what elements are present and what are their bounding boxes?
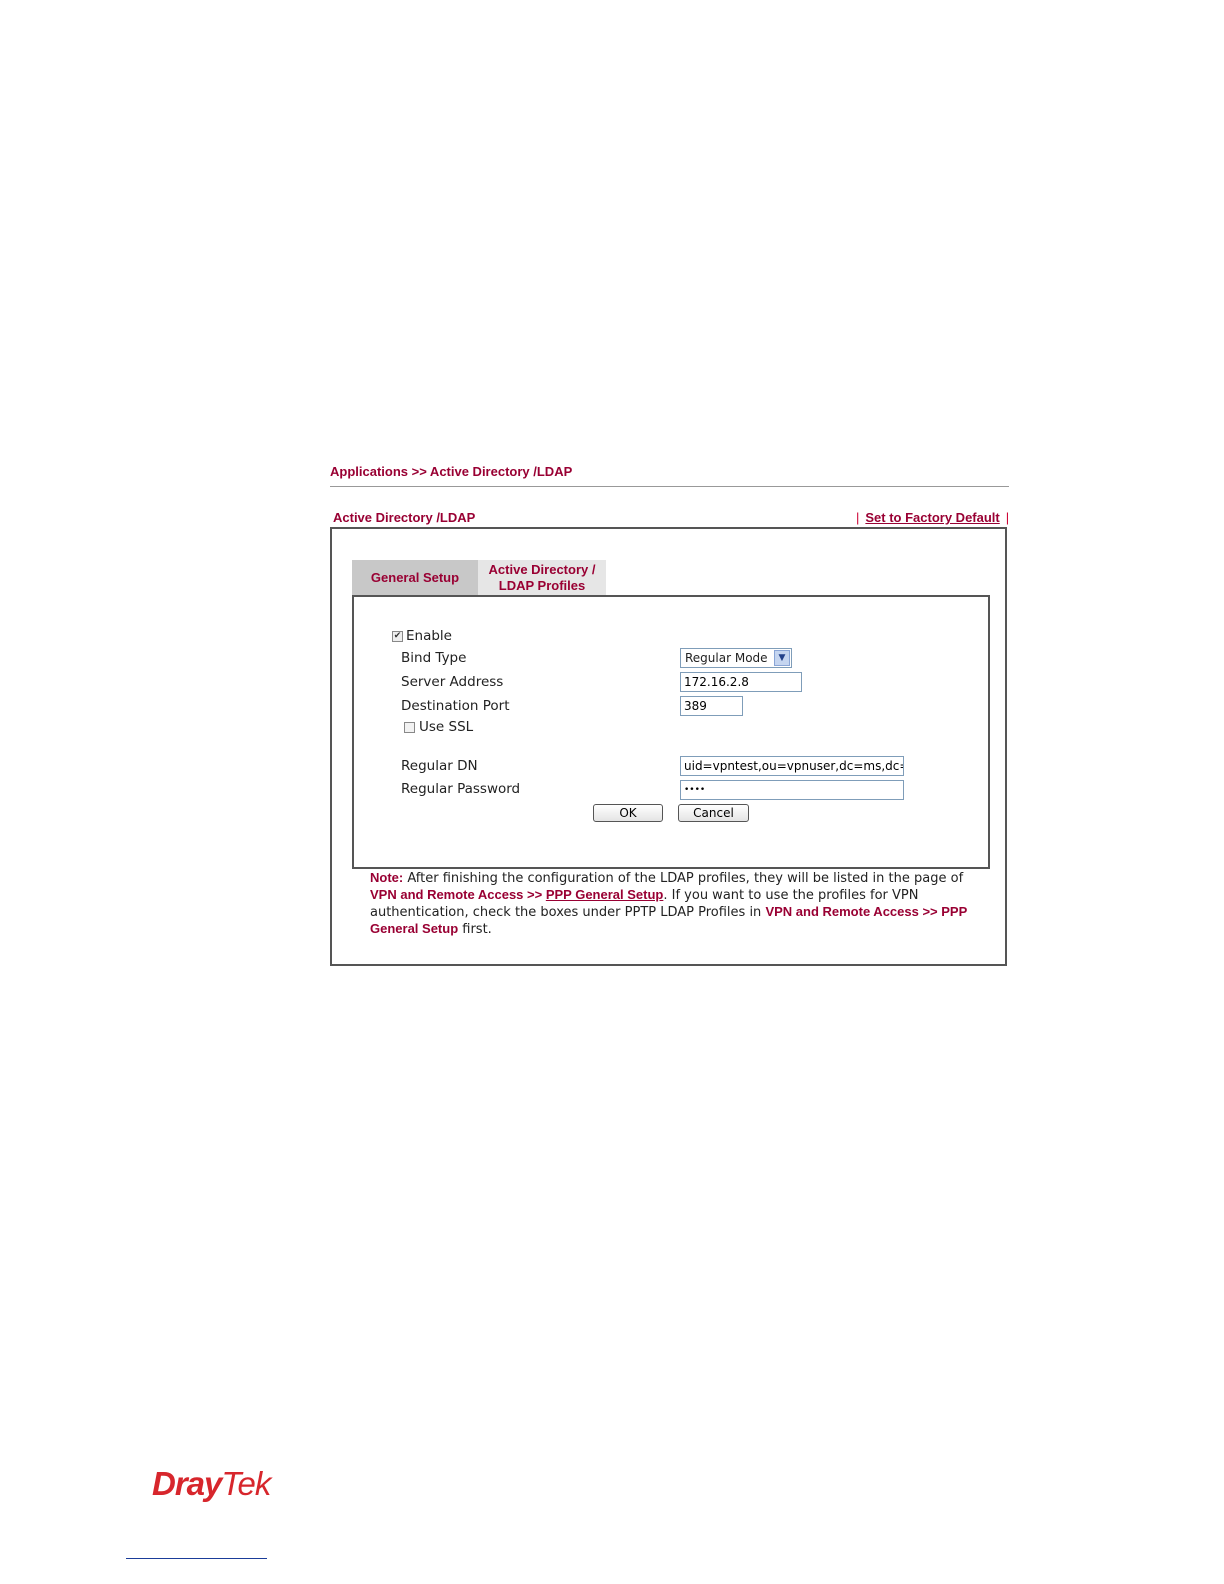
note-text-part: After finishing the configuration of the…: [403, 871, 964, 886]
chevron-down-icon: ▼: [774, 650, 790, 666]
breadcrumb-divider: [330, 486, 1009, 487]
tab-general-setup[interactable]: General Setup: [352, 560, 478, 595]
tab-label: Active Directory / LDAP Profiles: [489, 562, 596, 594]
set-factory-default-link[interactable]: Set to Factory Default: [865, 510, 999, 525]
breadcrumb: Applications >> Active Directory /LDAP: [330, 464, 573, 479]
separator: |: [1005, 510, 1010, 525]
section-title: Active Directory /LDAP: [333, 510, 476, 525]
tab-ldap-profiles[interactable]: Active Directory / LDAP Profiles: [478, 560, 606, 595]
enable-checkbox[interactable]: ✔: [392, 631, 403, 642]
use-ssl-label: Use SSL: [419, 719, 474, 735]
logo-tek: Tek: [221, 1465, 271, 1502]
tab-label: General Setup: [370, 569, 460, 585]
tab-label-line1: Active Directory /: [488, 561, 596, 577]
note-text-part: first.: [458, 922, 492, 937]
regular-password-label: Regular Password: [401, 781, 521, 797]
vpn-remote-access-link[interactable]: VPN and Remote Access >>: [370, 887, 546, 902]
regular-dn-label: Regular DN: [401, 758, 478, 774]
server-address-input[interactable]: 172.16.2.8: [680, 672, 802, 692]
regular-dn-input[interactable]: uid=vpntest,ou=vpnuser,dc=ms,dc=dr: [680, 756, 904, 776]
logo-dray: Dray: [152, 1465, 222, 1502]
factory-default-bar: | Set to Factory Default |: [850, 510, 1015, 525]
bind-type-label: Bind Type: [401, 650, 467, 666]
tab-label-line2: LDAP Profiles: [498, 577, 586, 593]
ok-button[interactable]: OK: [593, 804, 663, 822]
regular-password-input[interactable]: ••••: [680, 780, 904, 800]
destination-port-label: Destination Port: [401, 698, 510, 714]
footer-divider: [126, 1558, 267, 1559]
separator: |: [856, 510, 860, 525]
destination-port-input[interactable]: 389: [680, 696, 743, 716]
note-prefix: Note:: [370, 870, 404, 885]
bind-type-select[interactable]: Regular Mode ▼: [680, 648, 792, 668]
ppp-general-setup-link[interactable]: PPP General Setup: [546, 887, 664, 902]
note-text: Note: After finishing the configuration …: [370, 870, 970, 938]
bind-type-value: Regular Mode: [685, 651, 768, 665]
enable-label: Enable: [406, 628, 452, 644]
draytek-logo: DrayTek: [152, 1465, 271, 1503]
use-ssl-checkbox[interactable]: [404, 722, 415, 733]
cancel-button[interactable]: Cancel: [678, 804, 749, 822]
server-address-label: Server Address: [401, 674, 504, 690]
